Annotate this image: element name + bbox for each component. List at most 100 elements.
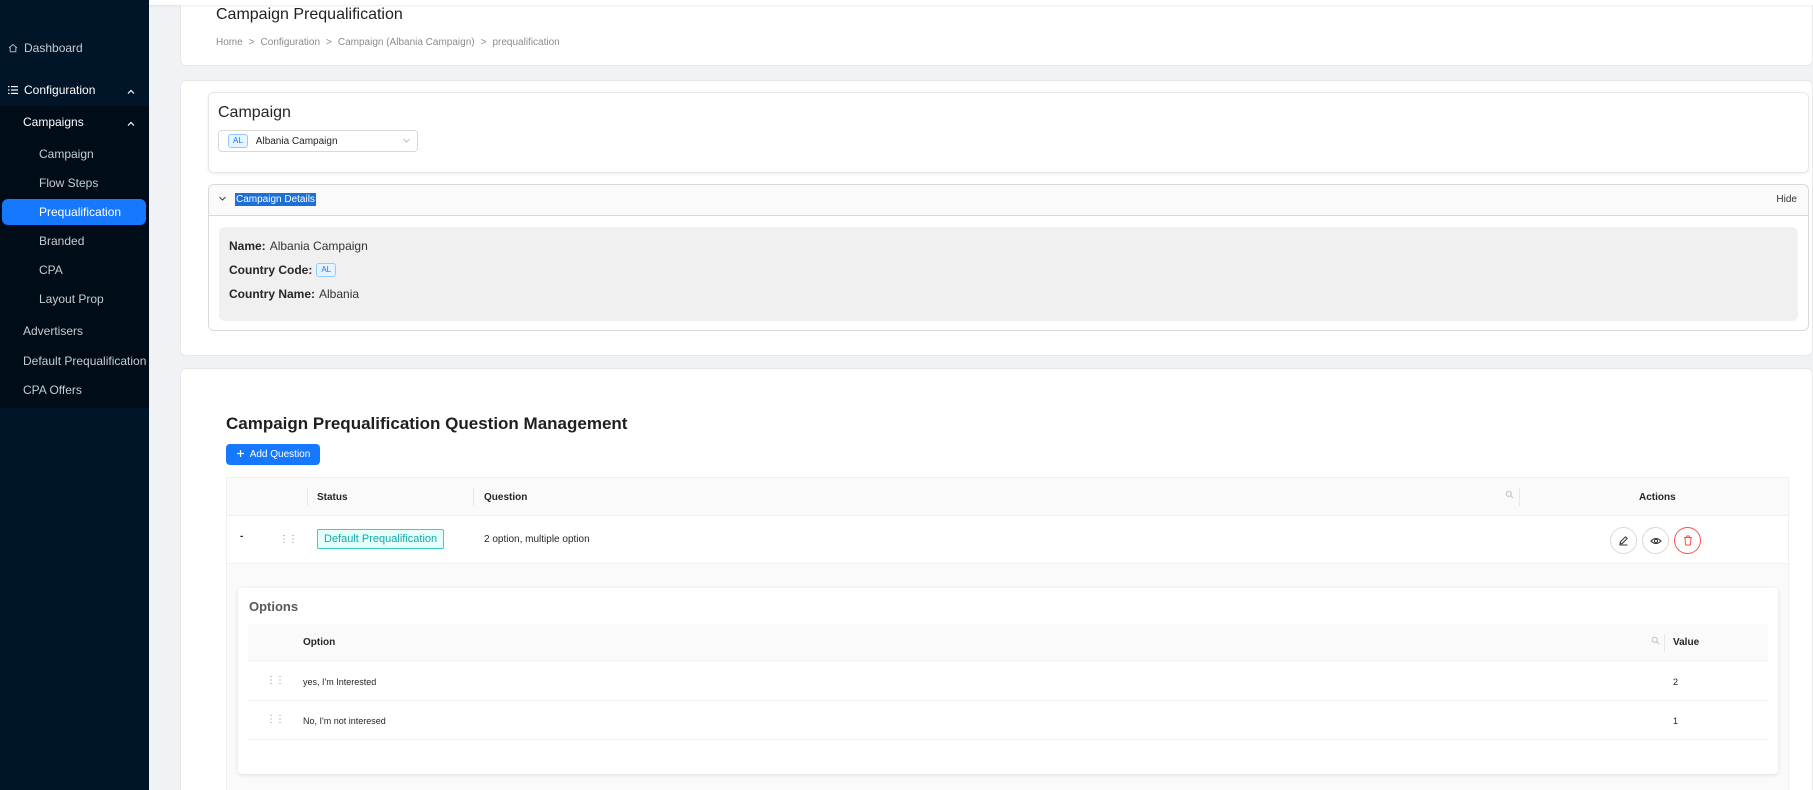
option-value: 2 — [1673, 677, 1679, 687]
sidebar-item-prequalification[interactable]: Prequalification — [2, 199, 146, 225]
sidebar-item-configuration[interactable]: Configuration — [0, 77, 149, 103]
breadcrumb: Home > Configuration > Campaign (Albania… — [216, 37, 560, 48]
sidebar-item-label: Default Prequalification — [23, 354, 147, 368]
plus-icon — [236, 449, 245, 461]
breadcrumb-current: prequalification — [492, 37, 560, 48]
detail-name: Name: Albania Campaign — [229, 239, 368, 253]
expanded-row: Options Option Value ⋮⋮ yes, I'm Interes… — [227, 564, 1788, 790]
country-code-tag: AL — [228, 134, 248, 148]
sidebar-item-label: Layout Prop — [39, 292, 104, 306]
sidebar-item-label: CPA — [39, 263, 63, 277]
questions-table: Status Question Actions - ⋮⋮ Default Pre… — [226, 477, 1789, 790]
column-question: Question — [484, 492, 528, 503]
sidebar-item-advertisers[interactable]: Advertisers — [0, 318, 149, 344]
status-badge: Default Prequalification — [317, 529, 445, 549]
chevron-down-icon — [402, 136, 411, 148]
chevron-down-icon — [218, 194, 227, 206]
list-item: ⋮⋮ No, I'm not interesed 1 — [248, 701, 1768, 740]
drag-handle-icon[interactable]: ⋮⋮ — [279, 534, 298, 545]
breadcrumb-separator: > — [326, 37, 332, 48]
hide-button[interactable]: Hide — [1776, 194, 1797, 205]
chevron-up-icon — [127, 117, 135, 131]
sidebar-item-label: Advertisers — [23, 324, 84, 338]
edit-button[interactable] — [1610, 527, 1637, 554]
add-question-label: Add Question — [249, 449, 311, 460]
campaign-select-card — [208, 92, 1809, 173]
column-status: Status — [317, 492, 348, 503]
options-table-header: Option Value — [248, 624, 1768, 661]
sidebar-item-cpa[interactable]: CPA — [0, 257, 149, 283]
sidebar-item-label: Campaign — [39, 147, 94, 161]
sidebar-item-label: CPA Offers — [23, 383, 82, 397]
sidebar-item-dashboard[interactable]: Dashboard — [0, 35, 149, 61]
options-title: Options — [249, 599, 299, 614]
detail-country-code: Country Code: AL — [229, 263, 337, 277]
view-button[interactable] — [1642, 527, 1669, 554]
page-title: Campaign Prequalification — [216, 6, 403, 23]
eye-icon — [1649, 537, 1662, 544]
campaign-details-panel: Campaign Details Hide Name: Albania Camp… — [208, 184, 1809, 331]
column-value: Value — [1673, 637, 1700, 648]
trash-icon — [1683, 535, 1692, 546]
table-row: - ⋮⋮ Default Prequalification 2 option, … — [227, 516, 1788, 564]
search-icon[interactable] — [1651, 636, 1660, 648]
campaign-details-header[interactable]: Campaign Details Hide — [209, 185, 1808, 216]
sidebar-item-campaign[interactable]: Campaign — [0, 141, 149, 167]
detail-country-name: Country Name: Albania — [229, 287, 359, 301]
list-icon — [7, 84, 19, 96]
questions-table-header: Status Question Actions — [227, 478, 1788, 516]
sidebar-item-branded[interactable]: Branded — [0, 228, 149, 254]
campaign-label: Campaign — [218, 104, 291, 121]
questions-title: Campaign Prequalification Question Manag… — [226, 414, 628, 433]
option-value: 1 — [1673, 716, 1679, 726]
column-divider — [307, 488, 308, 506]
search-icon[interactable] — [1505, 490, 1514, 502]
chevron-up-icon — [127, 85, 135, 99]
column-divider — [1519, 488, 1520, 506]
sidebar-item-label: Campaigns — [23, 115, 84, 129]
list-item: ⋮⋮ yes, I'm Interested 2 — [248, 662, 1768, 701]
delete-button[interactable] — [1674, 527, 1701, 554]
home-icon — [7, 42, 19, 54]
option-text: No, I'm not interesed — [303, 716, 386, 726]
breadcrumb-home[interactable]: Home — [216, 37, 243, 48]
campaign-select[interactable]: AL Albania Campaign — [218, 130, 418, 152]
option-text: yes, I'm Interested — [303, 677, 377, 687]
campaign-details-body: Name: Albania Campaign Country Code: AL … — [219, 227, 1798, 321]
sidebar-item-label: Flow Steps — [39, 176, 99, 190]
options-card: Options Option Value ⋮⋮ yes, I'm Interes… — [238, 588, 1778, 774]
detail-value: Albania — [319, 287, 360, 301]
sidebar-item-layout-prop[interactable]: Layout Prop — [0, 286, 149, 312]
sidebar-item-flow-steps[interactable]: Flow Steps — [0, 170, 149, 196]
campaign-select-value: Albania Campaign — [255, 135, 338, 147]
drag-handle-icon[interactable]: ⋮⋮ — [266, 714, 285, 725]
edit-icon — [1619, 536, 1628, 546]
sidebar: Dashboard Configuration Campaigns Campai… — [0, 0, 149, 790]
drag-handle-icon[interactable]: ⋮⋮ — [266, 675, 285, 686]
collapse-row-button[interactable]: - — [240, 531, 243, 542]
column-actions: Actions — [1639, 492, 1676, 503]
detail-label: Name: — [229, 239, 266, 253]
sidebar-item-label: Prequalification — [39, 205, 122, 219]
header-card — [180, 0, 1813, 66]
campaign-details-title: Campaign Details — [235, 193, 316, 206]
sidebar-item-label: Dashboard — [24, 41, 83, 55]
sidebar-item-label: Configuration — [24, 83, 96, 97]
detail-value: Albania Campaign — [269, 239, 368, 253]
breadcrumb-separator: > — [480, 37, 487, 48]
sidebar-item-default-prequalification[interactable]: Default Prequalification — [0, 348, 149, 374]
detail-label: Country Name: — [229, 287, 316, 301]
column-option: Option — [303, 637, 336, 648]
question-text: 2 option, multiple option — [484, 534, 590, 545]
detail-label: Country Code: — [229, 263, 313, 277]
add-question-button[interactable]: Add Question — [226, 444, 320, 465]
breadcrumb-separator: > — [248, 37, 255, 48]
breadcrumb-configuration[interactable]: Configuration — [261, 37, 320, 48]
sidebar-item-cpa-offers[interactable]: CPA Offers — [0, 377, 149, 403]
sidebar-item-label: Branded — [39, 234, 85, 248]
column-divider — [1664, 634, 1665, 652]
country-code-tag: AL — [316, 263, 337, 277]
breadcrumb-campaign[interactable]: Campaign (Albania Campaign) — [338, 37, 475, 48]
column-divider — [473, 488, 474, 506]
sidebar-item-campaigns[interactable]: Campaigns — [0, 109, 149, 135]
